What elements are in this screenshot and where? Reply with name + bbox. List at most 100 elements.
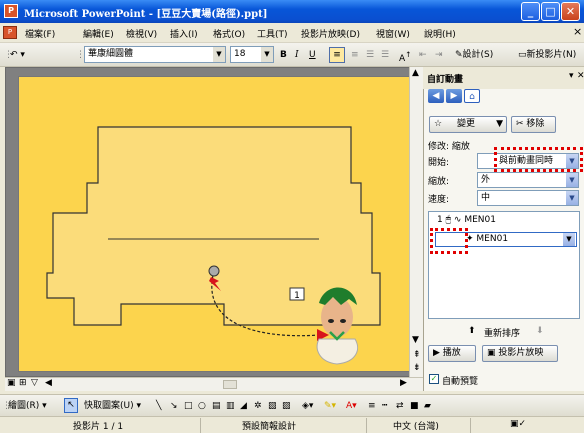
increase-indent-icon[interactable]: ⇥ xyxy=(435,47,443,63)
chevron-down-icon[interactable]: ▼ xyxy=(213,47,225,62)
chevron-down-icon[interactable]: ▼ xyxy=(563,233,575,246)
arrow-icon[interactable]: ↘ xyxy=(170,398,178,414)
horizontal-scrollbar[interactable]: ▣ ⊞ ▽ ◀ ▶ xyxy=(5,377,423,391)
font-size-combo[interactable]: 18 ▼ xyxy=(230,46,274,63)
align-center-icon[interactable]: ≡ xyxy=(351,47,359,63)
draw-menu[interactable]: 繪圖(R) ▾ xyxy=(8,398,47,414)
bullets-icon[interactable]: ☰ xyxy=(381,47,389,63)
dash-style-icon[interactable]: ┅ xyxy=(382,398,387,414)
italic-button[interactable]: I xyxy=(295,47,299,63)
next-slide-icon[interactable]: ⇟ xyxy=(413,363,421,373)
chevron-down-icon[interactable]: ▼ xyxy=(566,173,578,187)
menu-slideshow[interactable]: 投影片放映(D) xyxy=(301,27,360,40)
increase-font-icon[interactable]: A↑ xyxy=(399,47,411,64)
menu-format[interactable]: 格式(O) xyxy=(213,27,245,40)
minimize-button[interactable]: _ xyxy=(521,2,540,21)
line-color-icon[interactable]: ✎▾ xyxy=(324,398,336,414)
scroll-left-icon[interactable]: ◀ xyxy=(45,378,52,388)
menu-insert[interactable]: 插入(I) xyxy=(170,27,198,40)
font-color-icon[interactable]: A▾ xyxy=(346,398,357,414)
undo-icon[interactable]: ↶ ▾ xyxy=(10,47,25,63)
3d-icon[interactable]: ▰ xyxy=(424,398,431,414)
design-icon: ✎ xyxy=(455,50,463,60)
clipart-icon[interactable]: ▧ xyxy=(268,398,277,414)
speed-select[interactable]: 中 ▼ xyxy=(477,190,579,206)
character-image[interactable] xyxy=(316,287,359,365)
forward-icon[interactable]: ▶ xyxy=(446,89,462,103)
scroll-down-icon[interactable]: ▼ xyxy=(412,335,419,345)
motion-path-icon: ∿ xyxy=(453,215,462,225)
change-effect-label: 變更 xyxy=(456,119,475,129)
scroll-up-icon[interactable]: ▲ xyxy=(412,68,419,78)
line-style-icon[interactable]: ≡ xyxy=(368,398,376,414)
scroll-thumb[interactable] xyxy=(223,380,237,389)
font-name-combo[interactable]: 華康細圓體 ▼ xyxy=(84,46,226,63)
numbering-icon[interactable]: ☰ xyxy=(366,47,374,63)
menu-edit[interactable]: 編輯(E) xyxy=(83,27,114,40)
scroll-right-icon[interactable]: ▶ xyxy=(400,378,407,388)
reorder-down-icon[interactable]: ⬇ xyxy=(536,326,544,336)
slideshow-view-icon[interactable]: ▽ xyxy=(31,378,38,388)
align-left-icon[interactable]: ≡ xyxy=(329,47,345,63)
zoom-select[interactable]: 外 ▼ xyxy=(477,172,579,188)
menu-window[interactable]: 視窗(W) xyxy=(376,27,410,40)
play-button[interactable]: ▶ 播放 xyxy=(428,345,476,362)
list-item-name: MEN01 xyxy=(476,234,509,244)
underline-button[interactable]: U xyxy=(309,47,316,63)
close-button[interactable]: ✕ xyxy=(561,2,580,21)
maximize-button[interactable]: □ xyxy=(541,2,560,21)
rectangle-icon[interactable]: □ xyxy=(184,398,193,414)
remove-effect-button[interactable]: ✂ 移除 xyxy=(511,116,556,133)
chevron-down-icon[interactable]: ▼ xyxy=(261,47,273,62)
oval-icon[interactable]: ○ xyxy=(198,398,206,414)
new-slide-button[interactable]: ▭新投影片(N) xyxy=(518,47,576,63)
picture-icon[interactable]: ▨ xyxy=(282,398,291,414)
chevron-down-icon: ▾ xyxy=(42,401,47,411)
chevron-down-icon: ▼ xyxy=(496,119,503,129)
slide-sorter-icon[interactable]: ⊞ xyxy=(19,378,27,388)
pane-close-icon[interactable]: ✕ xyxy=(577,71,584,81)
autopreview-checkbox[interactable]: ✓ xyxy=(429,374,439,384)
shadow-icon[interactable]: ■ xyxy=(410,398,419,414)
reorder-up-icon[interactable]: ⬆ xyxy=(468,326,476,336)
list-item[interactable]: 1 🖱 ∿ MEN01 xyxy=(437,215,577,229)
select-pointer-icon[interactable]: ↖ xyxy=(64,398,78,413)
decrease-indent-icon[interactable]: ⇤ xyxy=(419,47,427,63)
back-icon[interactable]: ◀ xyxy=(428,89,444,103)
menu-view[interactable]: 檢視(V) xyxy=(126,27,157,40)
document-icon[interactable]: P xyxy=(3,26,17,39)
language-status: 中文 (台灣) xyxy=(393,422,439,432)
normal-view-icon[interactable]: ▣ xyxy=(7,378,16,388)
slide-indicator: 投影片 1 / 1 xyxy=(73,422,124,432)
spelling-status-icon: ▣✓ xyxy=(510,419,527,429)
fill-color-icon[interactable]: ◈▾ xyxy=(302,398,313,414)
change-effect-button[interactable]: ☆ 變更 ▼ xyxy=(429,116,507,133)
arrow-style-icon[interactable]: ⇄ xyxy=(396,398,404,414)
title-bar: P Microsoft PowerPoint - [豆豆大賣場(路徑).ppt]… xyxy=(0,0,584,23)
slideshow-icon: ▣ xyxy=(487,348,496,358)
menu-close-button[interactable]: × xyxy=(573,25,582,38)
wordart-icon[interactable]: ◢ xyxy=(240,398,247,414)
menu-file[interactable]: 檔案(F) xyxy=(25,27,55,40)
previous-slide-icon[interactable]: ⇞ xyxy=(413,350,421,360)
chevron-down-icon[interactable]: ▼ xyxy=(566,191,578,205)
slide-canvas[interactable]: 1 xyxy=(18,76,410,372)
line-icon[interactable]: ╲ xyxy=(156,398,161,414)
home-icon[interactable]: ⌂ xyxy=(464,89,480,103)
pane-options-icon[interactable]: ▾ xyxy=(569,71,574,81)
slideshow-label: 投影片放映 xyxy=(498,348,544,358)
slideshow-button[interactable]: ▣ 投影片放映 xyxy=(482,345,558,362)
menu-help[interactable]: 說明(H) xyxy=(424,27,456,40)
menu-tools[interactable]: 工具(T) xyxy=(257,27,288,40)
textbox-icon[interactable]: ▤ xyxy=(212,398,221,414)
autoshapes-menu[interactable]: 快取圖案(U) ▾ xyxy=(84,398,141,414)
path-start-handle[interactable] xyxy=(208,265,220,277)
play-icon: ▶ xyxy=(433,348,440,358)
vertical-scrollbar[interactable]: ▲ ▼ ⇞ ⇟ xyxy=(409,67,423,377)
vertical-textbox-icon[interactable]: ▥ xyxy=(226,398,235,414)
design-button[interactable]: ✎設計(S) xyxy=(455,47,493,63)
slide-artwork: 1 xyxy=(46,126,381,365)
bold-button[interactable]: B xyxy=(280,47,287,63)
diagram-icon[interactable]: ✲ xyxy=(254,398,262,414)
motion-number-label: 1 xyxy=(294,291,300,301)
